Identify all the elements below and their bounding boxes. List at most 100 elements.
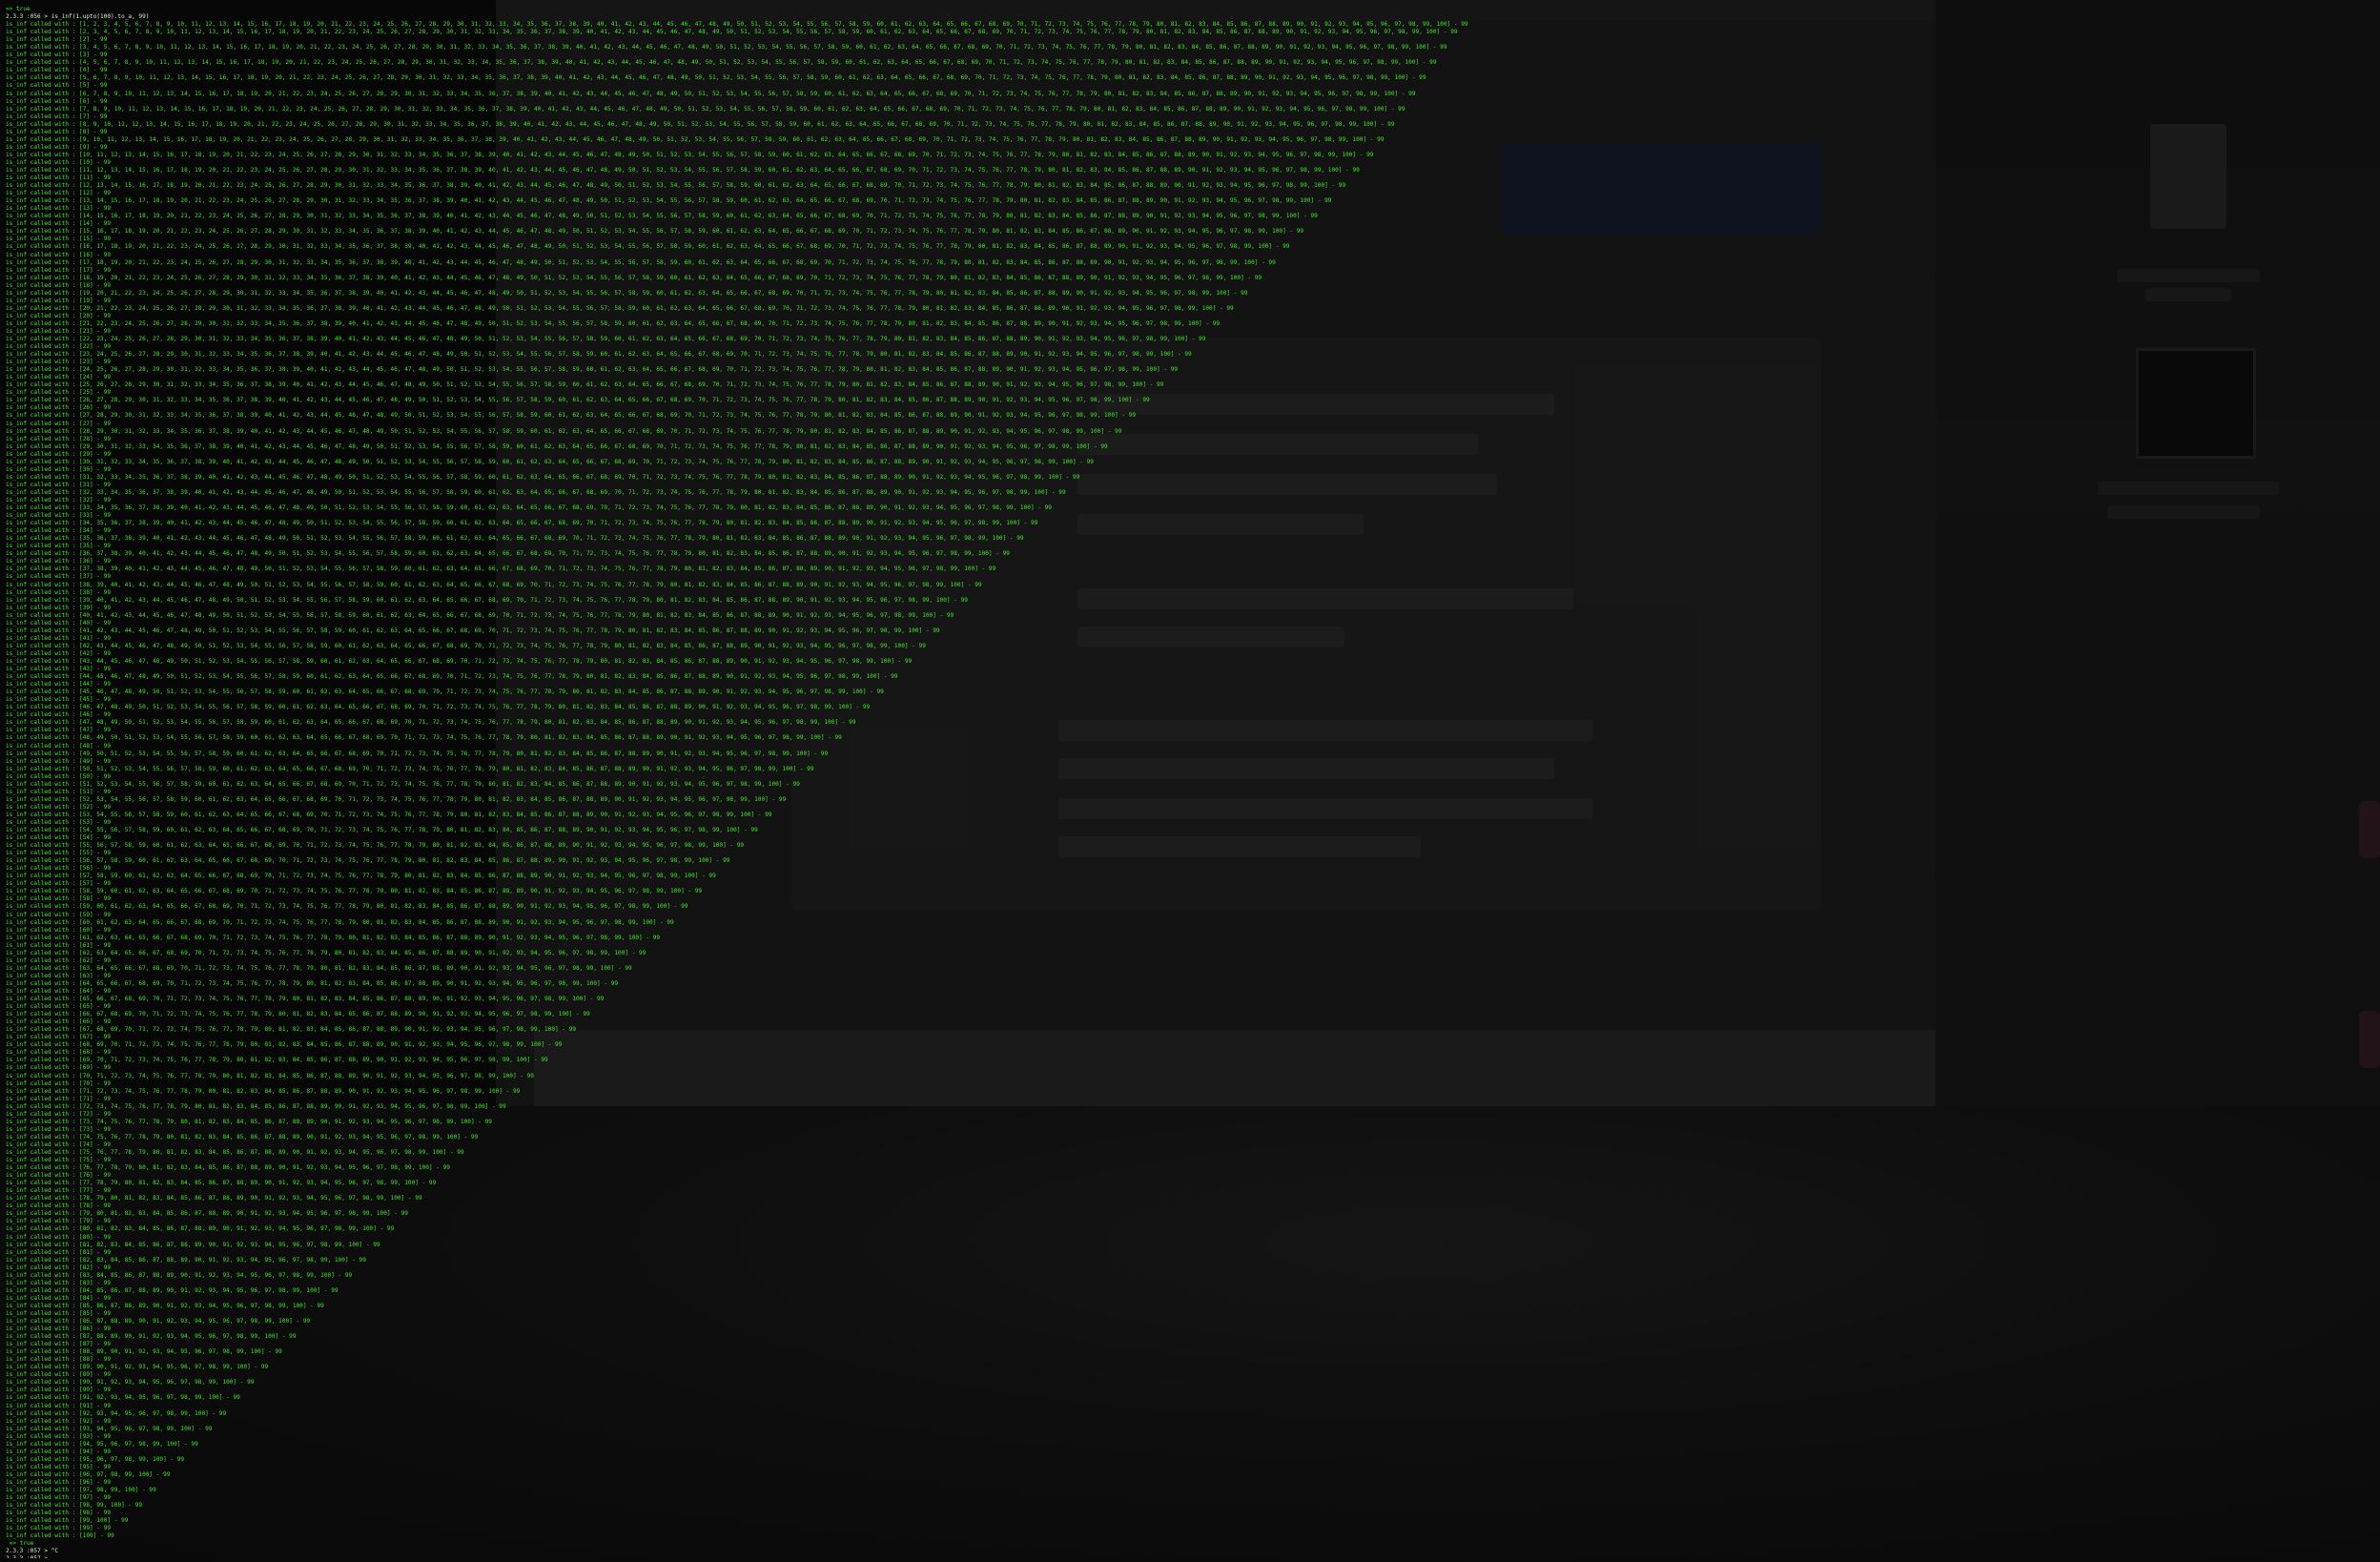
trace-line: is_inf called with : [16, 17, 18, 19, 20… — [6, 243, 1290, 251]
trace-line: is_inf called with : [23, 24, 25, 26, 27… — [6, 351, 1192, 359]
trace-line: is_inf called with : [11] - 99 — [6, 175, 112, 182]
trace-line: is_inf called with : [87, 88, 89, 90, 91… — [6, 1333, 297, 1341]
trace-line: is_inf called with : [60, 61, 62, 63, 64… — [6, 918, 674, 926]
trace-line: is_inf called with : [33] - 99 — [6, 512, 112, 520]
trace-line: is_inf called with : [10, 11, 12, 13, 14… — [6, 151, 1374, 158]
trace-line: is_inf called with : [3] - 99 — [6, 51, 108, 59]
trace-line: is_inf called with : [14] - 99 — [6, 220, 112, 228]
trace-line: is_inf called with : [5, 6, 7, 8, 9, 10,… — [6, 74, 1426, 82]
trace-line: is_inf called with : [31, 32, 33, 34, 35… — [6, 473, 1080, 481]
trace-line: is_inf called with : [62, 63, 64, 65, 66… — [6, 949, 646, 956]
trace-line: is_inf called with : [99] - 99 — [6, 1525, 112, 1532]
trace-line: is_inf called with : [98] - 99 — [6, 1510, 112, 1517]
trace-line: is_inf called with : [47] - 99 — [6, 727, 112, 734]
trace-line: is_inf called with : [84] - 99 — [6, 1294, 112, 1302]
trace-line: is_inf called with : [80] - 99 — [6, 1233, 112, 1241]
trace-line: is_inf called with : [11, 12, 13, 14, 15… — [6, 166, 1360, 174]
trace-line: is_inf called with : [89, 90, 91, 92, 93… — [6, 1364, 269, 1371]
trace-line: is_inf called with : [13, 14, 15, 16, 17… — [6, 197, 1332, 205]
trace-line: is_inf called with : [78, 79, 80, 81, 82… — [6, 1195, 422, 1202]
trace-line: is_inf called with : [90] - 99 — [6, 1387, 112, 1394]
trace-line: is_inf called with : [25, 26, 27, 28, 29… — [6, 381, 1164, 389]
trace-line: is_inf called with : [34] - 99 — [6, 527, 112, 535]
trace-line: is_inf called with : [65] - 99 — [6, 1003, 112, 1011]
terminal-command-line: 2.3.3 :056 > is_inf(1.upto(100).to_a, 99… — [6, 13, 150, 21]
trace-line: is_inf called with : [61, 62, 63, 64, 65… — [6, 934, 661, 941]
trace-line: is_inf called with : [54] - 99 — [6, 834, 112, 842]
trace-line: is_inf called with : [86, 87, 88, 89, 90… — [6, 1318, 311, 1326]
trace-line: is_inf called with : [48, 49, 50, 51, 52… — [6, 734, 842, 742]
trace-line: is_inf called with : [76] - 99 — [6, 1172, 112, 1180]
trace-line: is_inf called with : [18, 19, 20, 21, 22… — [6, 274, 1262, 281]
trace-line: is_inf called with : [57, 58, 59, 60, 61… — [6, 873, 716, 880]
trace-line: is_inf called with : [4, 5, 6, 7, 8, 9, … — [6, 59, 1437, 67]
trace-line: is_inf called with : [90, 91, 92, 93, 94… — [6, 1379, 255, 1387]
trace-line: is_inf called with : [42, 43, 44, 45, 46… — [6, 642, 926, 649]
trace-line: is_inf called with : [38] - 99 — [6, 588, 112, 596]
trace-line: is_inf called with : [24] - 99 — [6, 374, 112, 381]
trace-line: is_inf called with : [74, 75, 76, 77, 78… — [6, 1133, 479, 1141]
terminal-result-line: => true — [6, 6, 31, 12]
trace-line: is_inf called with : [55] - 99 — [6, 850, 112, 857]
trace-line: is_inf called with : [37, 38, 39, 40, 41… — [6, 565, 996, 573]
trace-line: is_inf called with : [19] - 99 — [6, 297, 112, 304]
trace-line: is_inf called with : [68] - 99 — [6, 1049, 112, 1057]
trace-line: is_inf called with : [75, 76, 77, 78, 79… — [6, 1148, 464, 1156]
terminal-output[interactable]: => true 2.3.3 :056 > is_inf(1.upto(100).t… — [6, 6, 2370, 1558]
trace-line: is_inf called with : [77] - 99 — [6, 1187, 112, 1195]
trace-line: is_inf called with : [61] - 99 — [6, 941, 112, 949]
trace-line: is_inf called with : [1, 2, 3, 4, 5, 6, … — [6, 21, 1468, 29]
trace-line: is_inf called with : [72, 73, 74, 75, 76… — [6, 1102, 506, 1110]
trace-line: is_inf called with : [88] - 99 — [6, 1356, 112, 1364]
trace-line: is_inf called with : [93] - 99 — [6, 1432, 112, 1440]
trace-line: is_inf called with : [63] - 99 — [6, 972, 112, 979]
trace-line: is_inf called with : [33, 34, 35, 36, 37… — [6, 504, 1052, 512]
trace-line: is_inf called with : [19, 20, 21, 22, 23… — [6, 289, 1248, 297]
trace-line: is_inf called with : [7] - 99 — [6, 113, 108, 120]
trace-line: is_inf called with : [96] - 99 — [6, 1479, 112, 1486]
trace-line: is_inf called with : [22, 23, 24, 25, 26… — [6, 336, 1206, 343]
trace-line: is_inf called with : [31] - 99 — [6, 481, 112, 488]
trace-line: is_inf called with : [79] - 99 — [6, 1218, 112, 1225]
trace-line: is_inf called with : [53] - 99 — [6, 818, 112, 826]
trace-line: is_inf called with : [52, 53, 54, 55, 56… — [6, 795, 787, 803]
trace-line: is_inf called with : [79, 80, 81, 82, 83… — [6, 1210, 408, 1218]
trace-line: is_inf called with : [13] - 99 — [6, 205, 112, 213]
trace-line: is_inf called with : [73, 74, 75, 76, 77… — [6, 1118, 492, 1125]
trace-line: is_inf called with : [17, 18, 19, 20, 21… — [6, 258, 1276, 266]
trace-line: is_inf called with : [17] - 99 — [6, 266, 112, 274]
trace-line: is_inf called with : [40, 41, 42, 43, 44… — [6, 611, 954, 619]
trace-line: is_inf called with : [35] - 99 — [6, 543, 112, 550]
trace-line: is_inf called with : [100] - 99 — [6, 1532, 114, 1540]
trace-line: is_inf called with : [26, 27, 28, 29, 30… — [6, 397, 1150, 404]
trace-line: is_inf called with : [68, 69, 70, 71, 72… — [6, 1041, 563, 1049]
trace-line: is_inf called with : [96, 97, 98, 99, 10… — [6, 1470, 171, 1478]
trace-line: is_inf called with : [38, 39, 40, 41, 42… — [6, 581, 982, 588]
trace-line: is_inf called with : [98, 99, 100] - 99 — [6, 1502, 143, 1510]
trace-line: is_inf called with : [97, 98, 99, 100] -… — [6, 1487, 156, 1494]
trace-line: is_inf called with : [86] - 99 — [6, 1326, 112, 1333]
trace-line: is_inf called with : [44] - 99 — [6, 681, 112, 689]
trace-line: is_inf called with : [30, 31, 32, 33, 34… — [6, 458, 1094, 465]
terminal-window[interactable]: => true 2.3.3 :056 > is_inf(1.upto(100).t… — [0, 0, 2380, 1562]
trace-line: is_inf called with : [27, 28, 29, 30, 31… — [6, 412, 1137, 420]
trace-line: is_inf called with : [32, 33, 34, 35, 36… — [6, 488, 1066, 496]
trace-line: is_inf called with : [43, 44, 45, 46, 47… — [6, 657, 913, 665]
trace-line: is_inf called with : [6, 7, 8, 9, 10, 11… — [6, 90, 1416, 97]
trace-line: is_inf called with : [45] - 99 — [6, 696, 112, 704]
trace-line: is_inf called with : [21, 22, 23, 24, 25… — [6, 319, 1221, 327]
trace-line: is_inf called with : [76, 77, 78, 79, 80… — [6, 1164, 450, 1172]
trace-line: is_inf called with : [82] - 99 — [6, 1264, 112, 1271]
trace-line: is_inf called with : [70] - 99 — [6, 1079, 112, 1087]
trace-line: is_inf called with : [7, 8, 9, 10, 11, 1… — [6, 105, 1405, 113]
trace-line: is_inf called with : [88, 89, 90, 91, 92… — [6, 1348, 282, 1356]
trace-line: is_inf called with : [23] - 99 — [6, 359, 112, 366]
trace-line: is_inf called with : [85, 86, 87, 88, 89… — [6, 1302, 324, 1309]
trace-line: is_inf called with : [66, 67, 68, 69, 70… — [6, 1011, 590, 1018]
trace-line: is_inf called with : [95, 96, 97, 98, 99… — [6, 1455, 185, 1463]
trace-line: is_inf called with : [6] - 99 — [6, 97, 108, 105]
trace-line: is_inf called with : [29, 30, 31, 32, 33… — [6, 442, 1108, 450]
trace-line: is_inf called with : [97] - 99 — [6, 1494, 112, 1502]
trace-line: is_inf called with : [99, 100] - 99 — [6, 1517, 129, 1525]
trace-line: is_inf called with : [28, 29, 30, 31, 32… — [6, 427, 1122, 435]
